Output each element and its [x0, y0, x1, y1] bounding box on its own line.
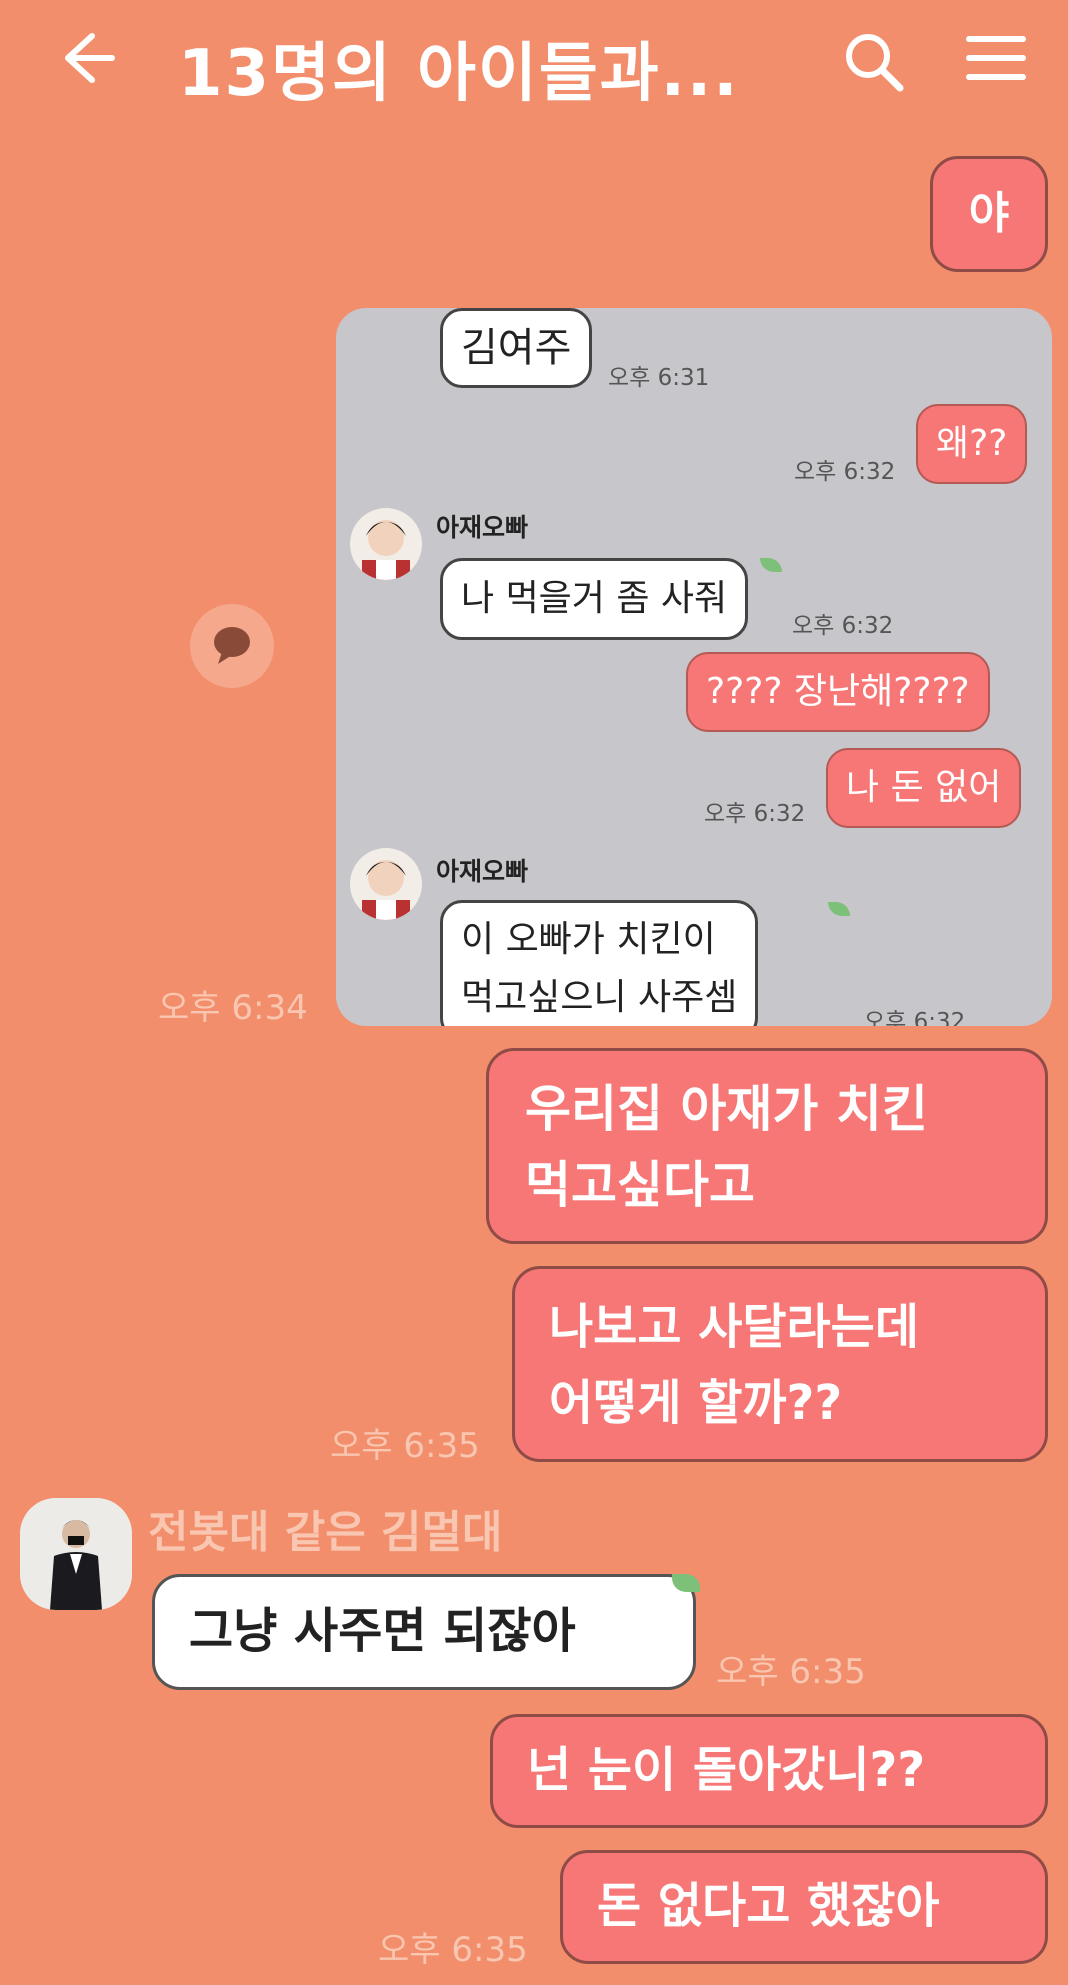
sender-name: 전봇대 같은 김멀대 — [148, 1507, 503, 1558]
shot-sender-name: 아재오빠 — [436, 857, 529, 886]
shot-avatar — [350, 508, 422, 580]
speech-bubble-icon — [214, 627, 250, 664]
shot-bubble: 이 오빠가 치킨이 먹고싶으니 사주셈 — [440, 900, 759, 1026]
hamburger-menu-icon[interactable] — [966, 36, 1026, 86]
shot-avatar — [350, 848, 422, 920]
sender-avatar[interactable] — [20, 1498, 132, 1610]
my-message-bubble[interactable]: 돈 없다고 했잖아 — [560, 1850, 1048, 1964]
my-message-bubble[interactable]: 넌 눈이 돌아갔니?? — [490, 1714, 1048, 1828]
message-time: 오후 6:35 — [330, 1426, 480, 1466]
search-icon[interactable] — [842, 30, 906, 94]
shot-bubble: 왜?? — [916, 404, 1028, 484]
shot-bubble: 나 돈 없어 — [826, 748, 1022, 828]
shot-bubble: ???? 장난해???? — [686, 652, 990, 732]
shot-time: 오후 6:32 — [704, 801, 806, 827]
message-time: 오후 6:34 — [158, 988, 308, 1028]
reply-button[interactable] — [190, 604, 274, 688]
shot-bubble: 김여주 — [440, 308, 593, 388]
shot-time: 오후 6:31 — [608, 365, 710, 391]
my-message-bubble[interactable]: 우리집 아재가 치킨 먹고싶다고 — [486, 1048, 1048, 1244]
message-time: 오후 6:35 — [716, 1652, 866, 1692]
shot-sender-name: 아재오빠 — [436, 513, 529, 542]
shot-time: 오후 6:32 — [792, 613, 894, 639]
received-message-bubble[interactable]: 그냥 사주면 되잖아 — [152, 1574, 696, 1690]
chat-header: 13명의 아이들과... — [0, 0, 1068, 120]
back-arrow-icon[interactable] — [58, 28, 118, 88]
message-time: 오후 6:35 — [378, 1930, 528, 1970]
shot-bubble: 나 먹을거 좀 사줘 — [440, 558, 749, 640]
my-message-bubble[interactable]: 야 — [930, 156, 1048, 272]
shared-screenshot-image[interactable]: 김여주 오후 6:31 왜?? 오후 6:32 아재오빠 나 먹을거 좀 사줘 … — [336, 308, 1052, 1026]
chat-title: 13명의 아이들과... — [178, 37, 740, 111]
shot-time: 오후 6:32 — [794, 459, 896, 485]
shot-time: 오후 6:32 — [864, 1009, 966, 1026]
my-message-bubble[interactable]: 나보고 사달라는데 어떻게 할까?? — [512, 1266, 1048, 1462]
